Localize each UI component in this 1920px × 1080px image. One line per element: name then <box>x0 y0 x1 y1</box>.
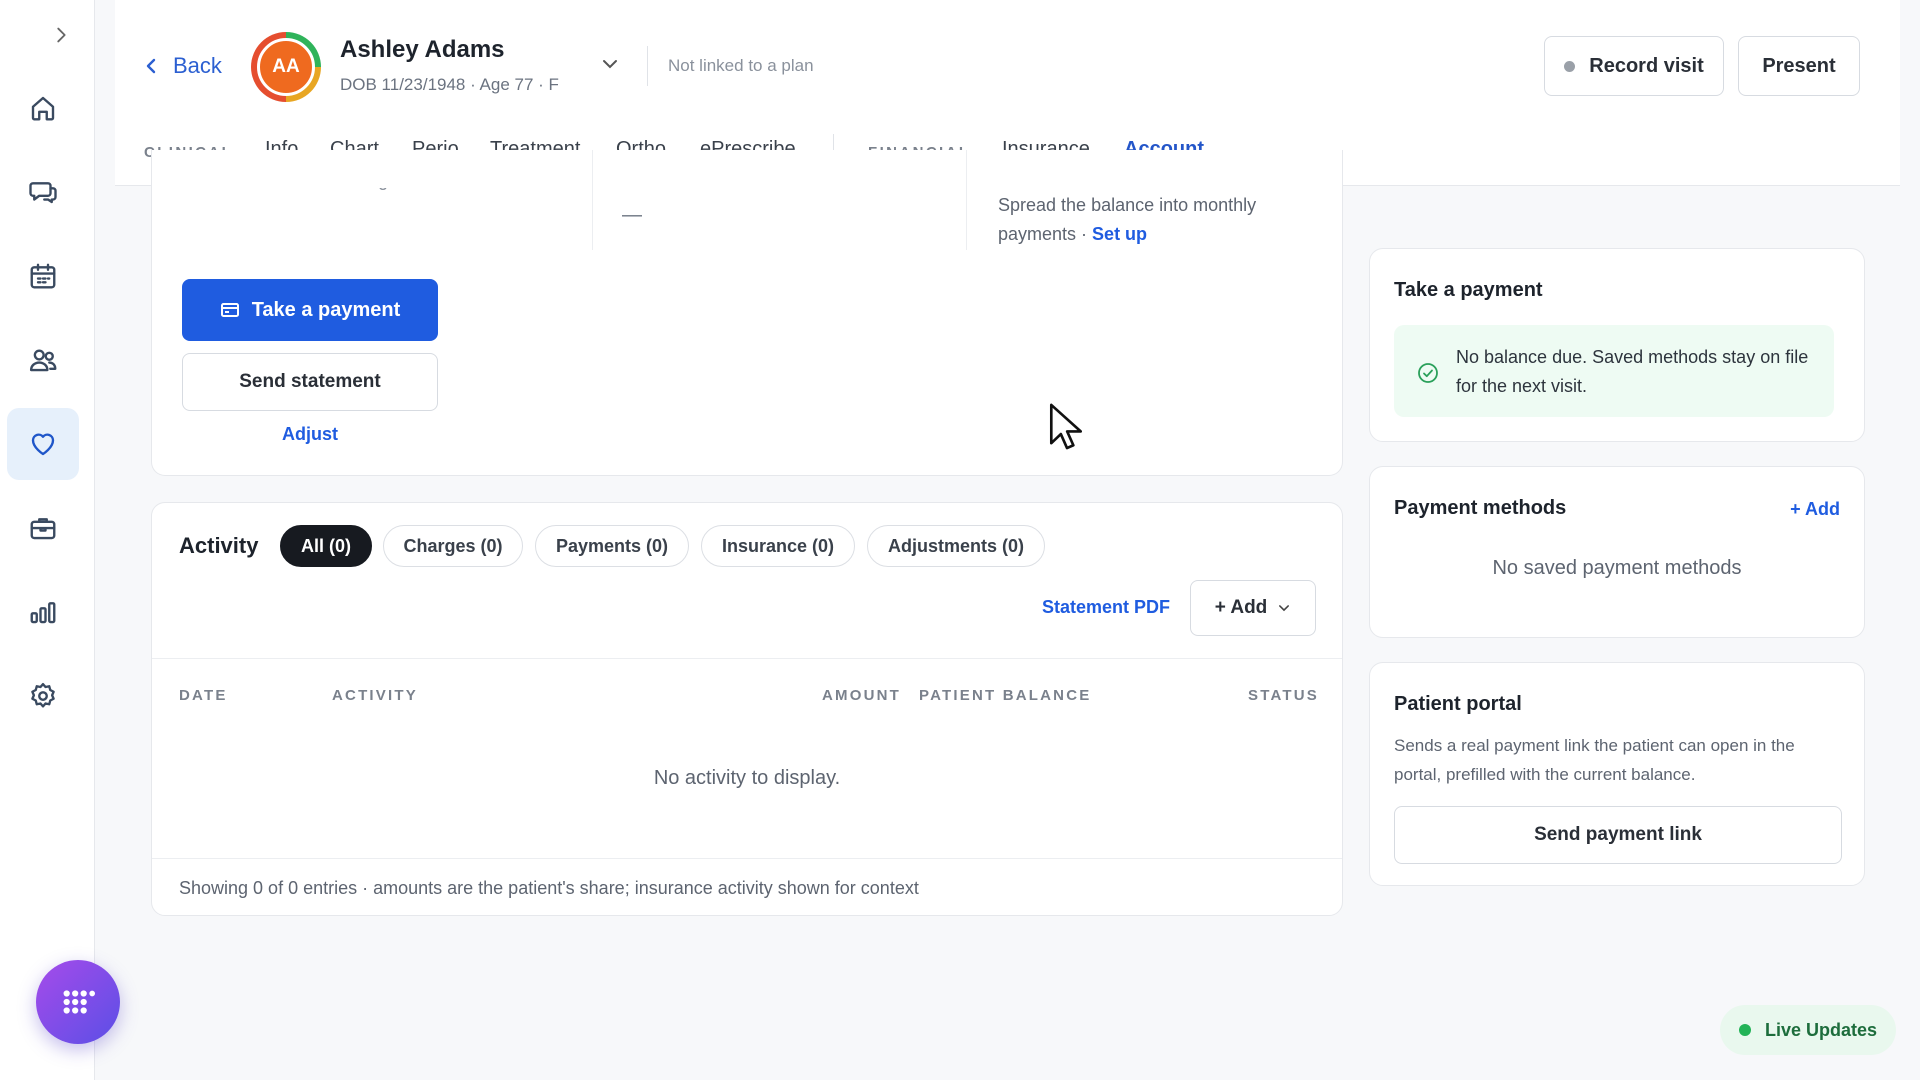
apps-grid-icon <box>63 990 95 1014</box>
column-status: STATUS <box>1248 687 1319 704</box>
patient-portal-card: Patient portal Sends a real payment link… <box>1369 662 1865 886</box>
record-dot-icon <box>1564 60 1576 72</box>
empty-state-text: No activity to display. <box>653 767 841 789</box>
chevron-left-icon <box>146 58 156 74</box>
payment-plan-text: Spread the balance into monthly payments… <box>998 191 1298 249</box>
plan-status: Not linked to a plan <box>668 56 814 75</box>
divider <box>647 46 648 86</box>
no-balance-banner: No balance due. Saved methods stay on fi… <box>1394 325 1834 417</box>
payment-methods-card: Payment methods + Add No saved payment m… <box>1369 466 1865 638</box>
activity-title: Activity <box>179 533 259 558</box>
apps-launcher-button[interactable] <box>36 960 120 1044</box>
nav-reports[interactable] <box>7 576 79 648</box>
take-payment-title: Take a payment <box>1394 279 1543 301</box>
filter-charges[interactable]: Charges (0) <box>383 525 523 567</box>
back-label: Back <box>173 53 222 78</box>
add-payment-method-link[interactable]: + Add <box>1790 499 1840 520</box>
check-circle-icon <box>1418 363 1438 383</box>
outstanding-balance-text: No outstanding balance <box>267 170 457 190</box>
take-payment-card: Take a payment No balance due. Saved met… <box>1369 248 1865 442</box>
patient-portal-title: Patient portal <box>1394 693 1522 715</box>
balance-card: No outstanding balance — Spread the bala… <box>151 150 1343 476</box>
payment-methods-title: Payment methods <box>1394 497 1567 519</box>
patient-portal-description: Sends a real payment link the patient ca… <box>1394 736 1795 784</box>
calendar-icon <box>30 263 56 289</box>
users-icon <box>29 349 57 372</box>
live-updates-badge[interactable]: Live Updates <box>1720 1005 1896 1055</box>
nav-messages[interactable] <box>7 156 79 228</box>
add-activity-dropdown[interactable]: + Add <box>1190 580 1316 636</box>
add-activity-label: + Add <box>1214 597 1268 618</box>
chevron-down-icon <box>1279 605 1290 612</box>
activity-card: Activity All (0) Charges (0) Payments (0… <box>151 502 1343 916</box>
set-up-link[interactable]: Set up <box>1092 224 1147 244</box>
nav-cases[interactable] <box>7 492 79 564</box>
column-patient-balance: PATIENT BALANCE <box>919 687 1092 704</box>
present-label: Present <box>1762 54 1836 77</box>
present-button[interactable]: Present <box>1738 36 1860 96</box>
filter-all[interactable]: All (0) <box>280 525 372 567</box>
send-payment-link-button[interactable]: Send payment link <box>1394 806 1842 864</box>
adjust-link[interactable]: Adjust <box>182 424 438 445</box>
nav-settings[interactable] <box>7 660 79 732</box>
avatar: AA <box>251 32 321 102</box>
cursor-icon <box>1049 403 1083 450</box>
patient-meta: DOB 11/23/1948 · Age 77 · F <box>340 75 559 94</box>
send-statement-label: Send statement <box>239 371 381 392</box>
no-balance-message: No balance due. Saved methods stay on fi… <box>1456 347 1809 396</box>
statement-pdf-link[interactable]: Statement PDF <box>1042 597 1170 618</box>
home-icon <box>31 96 55 121</box>
expand-rail-button[interactable] <box>44 18 78 52</box>
column-activity: ACTIVITY <box>332 687 418 704</box>
avatar-initials: AA <box>257 38 315 96</box>
record-visit-button[interactable]: Record visit <box>1544 36 1724 96</box>
live-status-dot-icon <box>1738 1024 1751 1036</box>
column-amount: AMOUNT <box>822 687 902 704</box>
messages-icon <box>29 182 57 204</box>
nav-patients[interactable] <box>7 324 79 396</box>
filter-payments[interactable]: Payments (0) <box>535 525 689 567</box>
nav-calendar[interactable] <box>7 240 79 312</box>
balance-dash: — <box>622 204 642 226</box>
filter-insurance[interactable]: Insurance (0) <box>701 525 855 567</box>
filter-adjustments[interactable]: Adjustments (0) <box>867 525 1045 567</box>
back-button[interactable]: Back <box>143 50 222 82</box>
gear-icon <box>31 682 55 708</box>
activity-table: DATE ACTIVITY AMOUNT PATIENT BALANCE STA… <box>152 659 1342 859</box>
no-payment-methods-text: No saved payment methods <box>1492 557 1742 579</box>
briefcase-icon <box>30 518 56 540</box>
heart-icon <box>31 433 55 456</box>
column-date: DATE <box>179 687 228 704</box>
take-payment-label: Take a payment <box>251 298 401 321</box>
table-footer-text: Showing 0 of 0 entries · amounts are the… <box>179 878 919 898</box>
send-statement-button[interactable]: Send statement <box>182 353 438 411</box>
bar-chart-icon <box>30 602 56 624</box>
footer-divider <box>152 858 1342 859</box>
column-divider <box>592 150 593 250</box>
column-divider <box>966 150 967 250</box>
patient-switcher-button[interactable] <box>600 54 626 80</box>
patient-name: Ashley Adams <box>340 36 505 63</box>
record-visit-label: Record visit <box>1589 54 1704 77</box>
chevron-right-icon <box>57 27 66 43</box>
left-rail <box>0 0 120 1080</box>
card-icon <box>220 303 239 317</box>
send-payment-link-label: Send payment link <box>1534 824 1702 845</box>
nav-favorites[interactable] <box>7 408 79 480</box>
chevron-down-icon <box>603 60 617 69</box>
take-payment-button[interactable]: Take a payment <box>182 279 438 341</box>
nav-home[interactable] <box>7 72 79 144</box>
live-updates-label: Live Updates <box>1764 1019 1878 1040</box>
